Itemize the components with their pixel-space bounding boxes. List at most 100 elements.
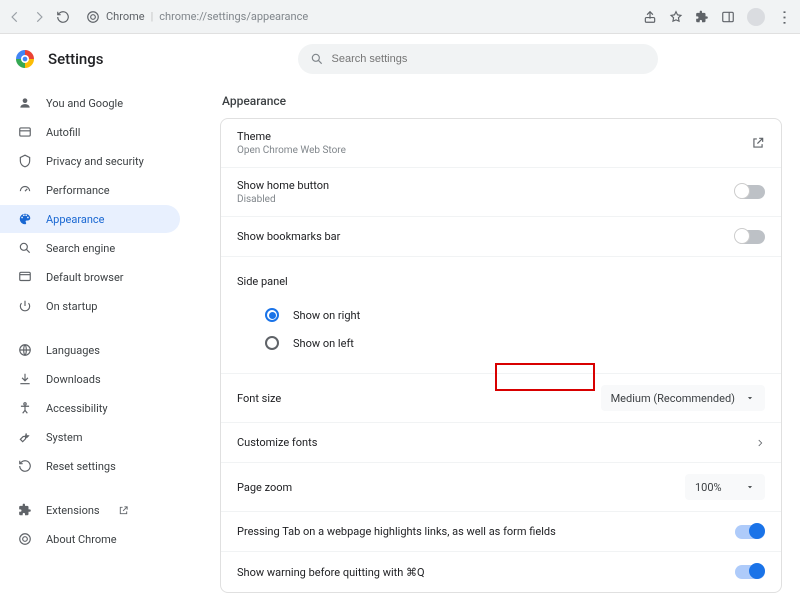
font-size-select[interactable]: Medium (Recommended): [601, 385, 765, 411]
globe-icon: [18, 343, 34, 357]
sidebar-item-label: About Chrome: [46, 533, 117, 546]
sidebar-item-label: Default browser: [46, 271, 124, 284]
reload-icon[interactable]: [56, 10, 70, 24]
person-icon: [18, 96, 34, 110]
sidebar-item-accessibility[interactable]: Accessibility: [0, 394, 180, 422]
home-button-title: Show home button: [237, 179, 329, 192]
settings-search[interactable]: [298, 44, 658, 74]
side-panel-heading-row: Side panel: [221, 257, 781, 297]
home-button-toggle[interactable]: [735, 185, 765, 199]
shield-icon: [18, 154, 34, 168]
side-panel-toolbar-icon[interactable]: [721, 10, 735, 24]
sidebar-item-system[interactable]: System: [0, 423, 180, 451]
search-icon: [18, 241, 34, 255]
sidebar-item-languages[interactable]: Languages: [0, 336, 180, 364]
select-value: Medium (Recommended): [611, 392, 735, 405]
sidebar-item-autofill[interactable]: Autofill: [0, 118, 180, 146]
palette-icon: [18, 212, 34, 226]
sidebar-item-label: Appearance: [46, 213, 105, 226]
sidebar-item-label: Performance: [46, 184, 110, 197]
radio-label: Show on left: [293, 337, 354, 350]
theme-row[interactable]: Theme Open Chrome Web Store: [221, 119, 781, 168]
sidebar-item-downloads[interactable]: Downloads: [0, 365, 180, 393]
quit-warning-title: Show warning before quitting with ⌘Q: [237, 566, 425, 579]
radio-label: Show on right: [293, 309, 360, 322]
tab-highlight-toggle[interactable]: [735, 525, 765, 539]
restore-icon: [18, 459, 34, 473]
quit-warning-row: Show warning before quitting with ⌘Q: [221, 552, 781, 592]
extensions-icon[interactable]: [695, 10, 709, 24]
sidebar-item-label: Downloads: [46, 373, 101, 386]
sidebar-item-you-and-google[interactable]: You and Google: [0, 89, 180, 117]
page-title: Settings: [48, 50, 104, 68]
home-button-subtitle: Disabled: [237, 194, 329, 205]
wrench-icon: [18, 430, 34, 444]
puzzle-icon: [18, 503, 34, 517]
open-in-new-icon[interactable]: [751, 136, 765, 150]
sidebar-item-default-browser[interactable]: Default browser: [0, 263, 180, 291]
autofill-icon: [18, 125, 34, 139]
side-panel-right-option[interactable]: Show on right: [265, 301, 360, 329]
page-zoom-select[interactable]: 100%: [685, 474, 765, 500]
customize-fonts-title: Customize fonts: [237, 436, 317, 449]
sidebar-item-reset[interactable]: Reset settings: [0, 452, 180, 480]
address-bar[interactable]: Chrome | chrome://settings/appearance: [80, 10, 633, 24]
back-icon[interactable]: [8, 10, 22, 24]
font-size-row: Font size Medium (Recommended): [221, 374, 781, 423]
page-zoom-row: Page zoom 100%: [221, 463, 781, 512]
sidebar-item-label: On startup: [46, 300, 97, 313]
sidebar-item-label: Reset settings: [46, 460, 116, 473]
sidebar-item-label: Search engine: [46, 242, 115, 255]
sidebar-item-label: Autofill: [46, 126, 80, 139]
browser-icon: [18, 270, 34, 284]
quit-warning-toggle[interactable]: [735, 565, 765, 579]
sidebar-item-search-engine[interactable]: Search engine: [0, 234, 180, 262]
side-panel-options: Show on right Show on left: [221, 297, 781, 374]
section-title: Appearance: [222, 94, 782, 108]
download-icon: [18, 372, 34, 386]
tab-highlight-title: Pressing Tab on a webpage highlights lin…: [237, 525, 556, 538]
sidebar-item-appearance[interactable]: Appearance: [0, 205, 180, 233]
bookmarks-bar-row: Show bookmarks bar: [221, 217, 781, 257]
sidebar-item-label: Accessibility: [46, 402, 108, 415]
sidebar-item-about[interactable]: About Chrome: [0, 525, 180, 553]
theme-subtitle: Open Chrome Web Store: [237, 145, 346, 156]
sidebar-item-label: Extensions: [46, 504, 100, 517]
radio-unchecked-icon: [265, 336, 279, 350]
url-text: chrome://settings/appearance: [159, 10, 308, 23]
profile-avatar[interactable]: [747, 8, 765, 26]
appearance-card: Theme Open Chrome Web Store Show home bu…: [220, 118, 782, 593]
chevron-down-icon: [745, 482, 755, 492]
url-scheme: Chrome: [106, 10, 145, 23]
bookmarks-bar-title: Show bookmarks bar: [237, 230, 340, 243]
power-icon: [18, 299, 34, 313]
page-zoom-title: Page zoom: [237, 481, 292, 494]
bookmarks-bar-toggle[interactable]: [735, 230, 765, 244]
side-panel-title: Side panel: [237, 275, 288, 288]
customize-fonts-row[interactable]: Customize fonts: [221, 423, 781, 463]
star-icon[interactable]: [669, 10, 683, 24]
accessibility-icon: [18, 401, 34, 415]
sidebar-item-label: You and Google: [46, 97, 123, 110]
sidebar: You and Google Autofill Privacy and secu…: [0, 84, 190, 600]
search-input[interactable]: [332, 53, 646, 65]
settings-header: Settings: [0, 34, 800, 84]
tab-highlight-row: Pressing Tab on a webpage highlights lin…: [221, 512, 781, 552]
browser-toolbar: Chrome | chrome://settings/appearance ⋯: [0, 0, 800, 34]
search-icon: [310, 52, 324, 66]
speedometer-icon: [18, 183, 34, 197]
chevron-right-icon: [755, 438, 765, 448]
sidebar-item-on-startup[interactable]: On startup: [0, 292, 180, 320]
kebab-menu-icon[interactable]: ⋯: [777, 9, 793, 24]
sidebar-item-extensions[interactable]: Extensions: [0, 496, 180, 524]
share-icon[interactable]: [643, 10, 657, 24]
sidebar-item-privacy[interactable]: Privacy and security: [0, 147, 180, 175]
chrome-icon: [18, 532, 34, 546]
sidebar-item-performance[interactable]: Performance: [0, 176, 180, 204]
sidebar-item-label: Languages: [46, 344, 100, 357]
select-value: 100%: [695, 481, 722, 494]
chrome-badge-icon: [86, 10, 100, 24]
side-panel-left-option[interactable]: Show on left: [265, 329, 360, 357]
forward-icon[interactable]: [32, 10, 46, 24]
open-in-new-icon: [118, 505, 129, 516]
